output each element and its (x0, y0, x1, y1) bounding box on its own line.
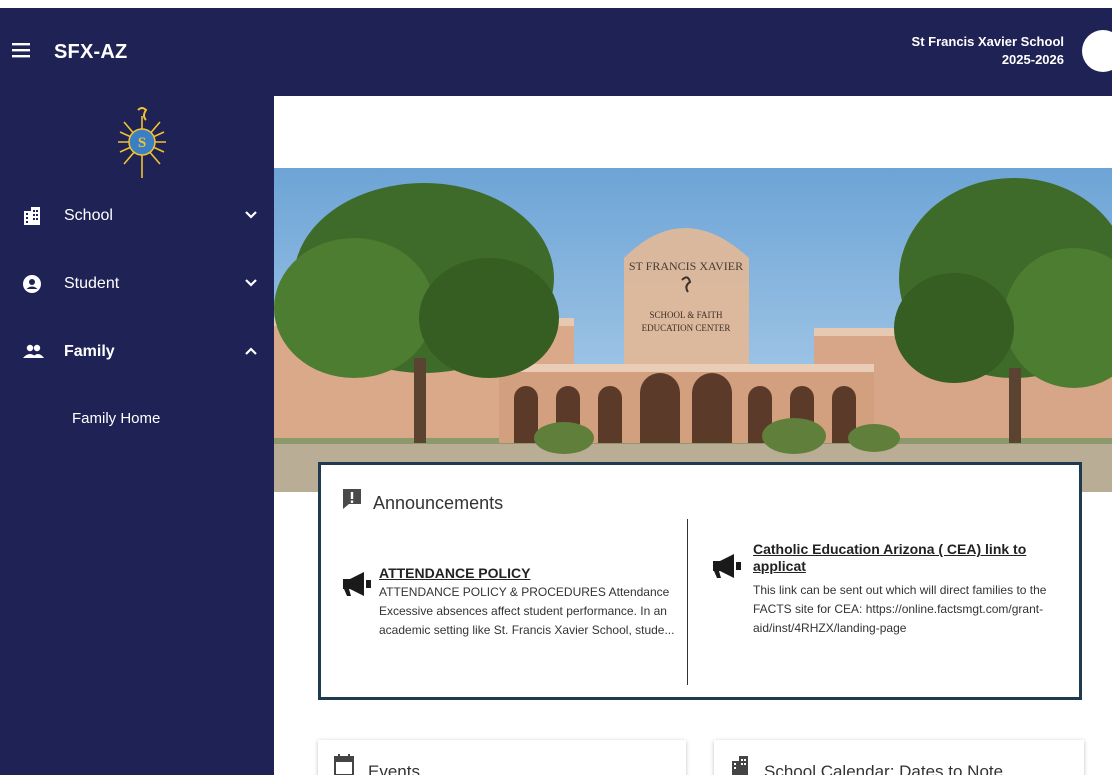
megaphone-icon (341, 571, 375, 597)
school-year: 2025-2026 (1001, 52, 1064, 67)
school-name: St Francis Xavier School (911, 34, 1064, 49)
sign-arch-text: ST FRANCIS XAVIER (629, 259, 743, 273)
announcement-item: Catholic Education Arizona ( CEA) link t… (711, 541, 1071, 661)
school-logo: S (112, 106, 172, 180)
hamburger-menu-icon[interactable] (8, 38, 34, 64)
announcements-title: Announcements (373, 493, 504, 513)
sidebar-subitem-family-home[interactable]: Family Home (0, 404, 274, 434)
sidebar-item-family[interactable]: Family (0, 334, 274, 370)
sign-line-1: SCHOOL & FAITH (649, 310, 723, 320)
school-calendar-card: School Calendar: Dates to Note (714, 740, 1084, 775)
avatar[interactable] (1082, 30, 1112, 72)
app-title: SFX-AZ (54, 41, 128, 63)
building-icon (730, 754, 750, 775)
chevron-down-icon (244, 276, 258, 290)
top-strip (0, 0, 1112, 8)
people-icon (22, 342, 44, 362)
sign-line-2: EDUCATION CENTER (642, 323, 731, 333)
announcement-body: This link can be sent out which will dir… (753, 583, 1047, 635)
events-title: Events (368, 762, 420, 775)
sidebar-item-label: Family (64, 343, 115, 360)
school-calendar-title: School Calendar: Dates to Note (764, 762, 1004, 775)
top-app-bar: SFX-AZ St Francis Xavier School 2025-202… (0, 8, 1112, 96)
divider (687, 519, 688, 685)
sidebar-item-label: Student (64, 275, 120, 292)
chevron-down-icon (244, 208, 258, 222)
school-info: St Francis Xavier School 2025-2026 (912, 33, 1064, 69)
svg-text:S: S (138, 135, 146, 151)
sidebar-item-school[interactable]: School (0, 198, 274, 234)
sidebar-item-student[interactable]: Student (0, 266, 274, 302)
announcement-icon (341, 487, 363, 511)
announcement-title-link[interactable]: Catholic Education Arizona ( CEA) link t… (753, 541, 1053, 575)
calendar-icon (334, 754, 354, 775)
announcement-title-link[interactable]: ATTENDANCE POLICY (379, 565, 530, 582)
sidebar-subitem-label: Family Home (72, 410, 161, 427)
announcement-item: ATTENDANCE POLICY ATTENDANCE POLICY & PR… (341, 565, 677, 655)
person-circle-icon (22, 274, 44, 294)
megaphone-icon (711, 553, 745, 579)
sidebar: S School Student Family Family Home (0, 96, 274, 775)
school-hero-image: ST FRANCIS XAVIER SCHOOL & FAITH EDUCATI… (274, 168, 1112, 492)
chevron-up-icon (244, 344, 258, 358)
sidebar-item-label: School (64, 207, 113, 224)
building-icon (22, 206, 44, 226)
events-card: Events (318, 740, 686, 775)
announcement-body: ATTENDANCE POLICY & PROCEDURES Attendanc… (379, 585, 675, 637)
announcements-card: Announcements ATTENDANCE POLICY ATTENDAN… (318, 462, 1082, 700)
